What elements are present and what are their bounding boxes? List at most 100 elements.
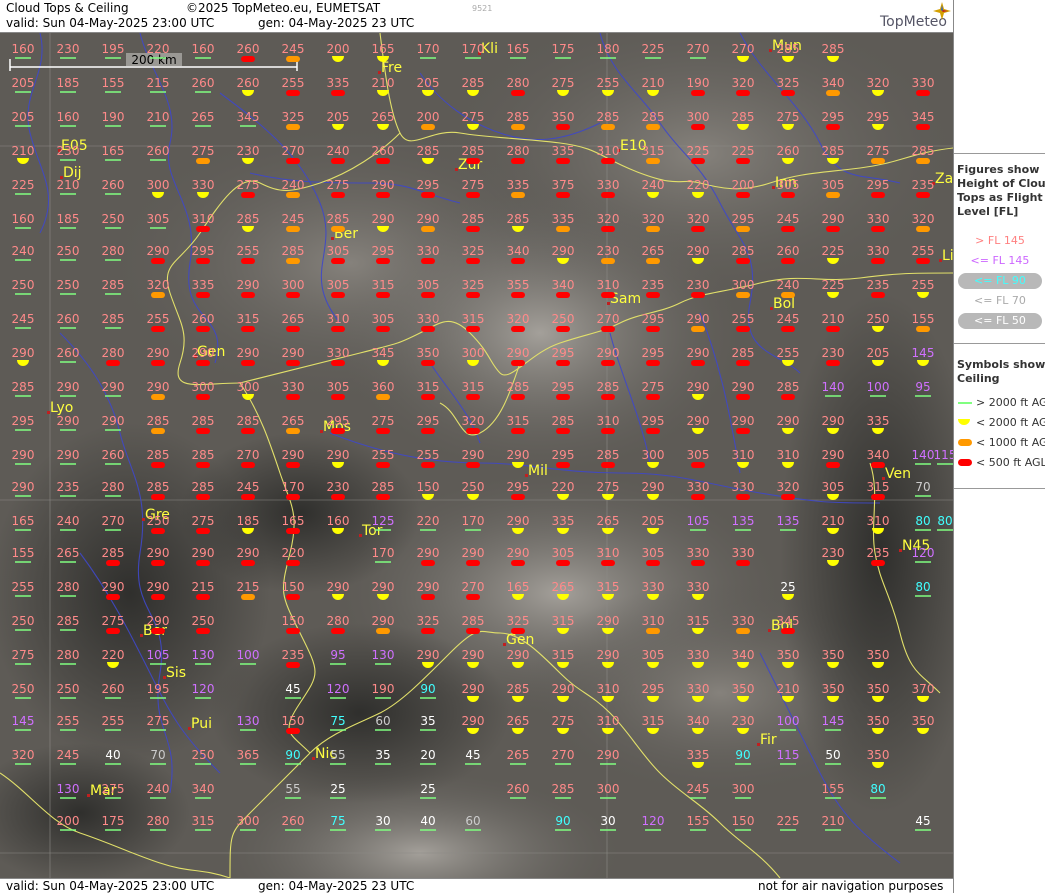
cloud-top-value: 330 — [732, 480, 755, 494]
ceiling-500-symbol — [376, 192, 390, 198]
cloud-top-value: 285 — [822, 144, 845, 158]
cloud-top-value: 305 — [327, 278, 350, 292]
cloud-top-value: 230 — [822, 546, 845, 560]
ceiling-500-symbol — [691, 494, 705, 500]
cloud-top-value: 305 — [642, 648, 665, 662]
cloud-top-value: 290 — [462, 546, 485, 560]
cloud-top-value: 160 — [12, 212, 35, 226]
cloud-top-value: 310 — [327, 312, 350, 326]
cloud-top-value: 280 — [57, 580, 80, 594]
cloud-top-value: 325 — [777, 76, 800, 90]
cloud-top-value: 255 — [102, 714, 125, 728]
cloud-top-value: 330 — [687, 480, 710, 494]
ceiling-500-symbol — [646, 428, 660, 434]
cloud-top-value: 255 — [237, 244, 260, 258]
cloud-top-value: 320 — [687, 212, 710, 226]
cloud-top-value: 265 — [282, 312, 305, 326]
cloud-top-value: 280 — [102, 480, 125, 494]
observation-cell: 250 — [192, 748, 214, 765]
cloud-top-value: 350 — [822, 682, 845, 696]
observation-cell: 35 — [420, 714, 436, 731]
ceiling-500-symbol — [286, 594, 300, 600]
cloud-top-value: 290 — [642, 480, 665, 494]
observation-cell: 290 — [57, 380, 79, 397]
cloud-top-value: 275 — [12, 648, 35, 662]
cloud-top-value: 60 — [375, 714, 390, 728]
cloud-top-value: 310 — [597, 278, 620, 292]
cloud-top-value: 170 — [462, 42, 485, 56]
valid-time: valid: Sun 04-May-2025 23:00 UTC — [6, 16, 215, 30]
observation-cell: 260 — [192, 76, 214, 93]
cloud-top-value: 335 — [687, 748, 710, 762]
satellite-map[interactable]: 200 km FreKliMunE05E10DijZürInnZaSBerLie… — [0, 33, 953, 878]
cloud-top-value: 230 — [822, 346, 845, 360]
cloud-top-value: 290 — [147, 546, 170, 560]
observation-cell: 285 — [102, 312, 124, 329]
ceiling-1000-symbol — [286, 192, 300, 198]
ceiling-1000-symbol — [736, 292, 750, 298]
ceiling-500-symbol — [736, 360, 750, 366]
cloud-top-value: 45 — [285, 682, 300, 696]
cloud-top-value: 320 — [597, 212, 620, 226]
ceiling-500-symbol — [376, 462, 390, 468]
cloud-top-value: 320 — [462, 414, 485, 428]
city-label: Sam — [610, 291, 641, 307]
cloud-top-value: 135 — [777, 514, 800, 528]
cloud-top-value: 290 — [237, 346, 260, 360]
cloud-top-value: 290 — [597, 614, 620, 628]
observation-cell: 210 — [147, 110, 169, 127]
cloud-top-value: 330 — [642, 580, 665, 594]
cloud-top-value: 315 — [552, 614, 575, 628]
cloud-top-value: 240 — [147, 782, 170, 796]
ceiling-500-symbol — [691, 124, 705, 130]
cloud-top-value: 150 — [732, 814, 755, 828]
cloud-top-value: 70 — [150, 748, 165, 762]
cloud-top-value: 350 — [867, 714, 890, 728]
cloud-top-value: 235 — [282, 648, 305, 662]
observation-cell: 265 — [192, 110, 214, 127]
observation-cell: 105 — [687, 514, 709, 531]
cloud-top-value: 290 — [597, 346, 620, 360]
cloud-top-value: 40 — [105, 748, 120, 762]
cloud-top-value: 320 — [147, 278, 170, 292]
cloud-top-value: 235 — [642, 278, 665, 292]
cloud-top-value: 335 — [867, 414, 890, 428]
ceiling-500-symbol — [286, 528, 300, 534]
header-bar: Cloud Tops & Ceiling ©2025 TopMeteo.eu, … — [0, 0, 953, 33]
cloud-top-value: 245 — [237, 480, 260, 494]
cloud-top-value: 155 — [822, 782, 845, 796]
cloud-top-value: 290 — [687, 380, 710, 394]
ceiling-500-symbol — [331, 192, 345, 198]
cloud-top-value: 330 — [192, 178, 215, 192]
ceiling-500-symbol — [286, 560, 300, 566]
observation-cell: 260 — [147, 144, 169, 161]
cloud-top-value: 330 — [327, 346, 350, 360]
ceiling-1000-symbol — [331, 226, 345, 232]
observation-cell: 170 — [372, 546, 394, 563]
cloud-top-value: 285 — [102, 278, 125, 292]
cloud-top-value: 285 — [822, 42, 845, 56]
cloud-top-value: 245 — [57, 748, 80, 762]
observation-cell: 180 — [597, 42, 619, 59]
cloud-top-value: 200 — [732, 178, 755, 192]
cloud-top-value: 55 — [285, 782, 300, 796]
cloud-top-value: 260 — [237, 42, 260, 56]
cloud-top-value: 280 — [507, 144, 530, 158]
cloud-top-value: 115 — [777, 748, 800, 762]
ceiling-500-symbol — [691, 226, 705, 232]
cloud-top-value: 275 — [102, 782, 125, 796]
ceiling-1000-symbol — [376, 628, 390, 634]
city-label: Fir — [760, 732, 777, 748]
cloud-top-value: 310 — [732, 448, 755, 462]
cloud-top-value: 290 — [777, 414, 800, 428]
cloud-top-value: 290 — [507, 514, 530, 528]
observation-cell: 260 — [507, 782, 529, 799]
cloud-top-value: 315 — [597, 580, 620, 594]
cloud-top-value: 305 — [822, 178, 845, 192]
cloud-top-value: 290 — [282, 346, 305, 360]
cloud-top-value: 285 — [237, 212, 260, 226]
cloud-top-value: 290 — [12, 480, 35, 494]
cloud-top-value: 315 — [372, 278, 395, 292]
cloud-top-value: 340 — [732, 648, 755, 662]
cloud-top-value: 300 — [687, 110, 710, 124]
